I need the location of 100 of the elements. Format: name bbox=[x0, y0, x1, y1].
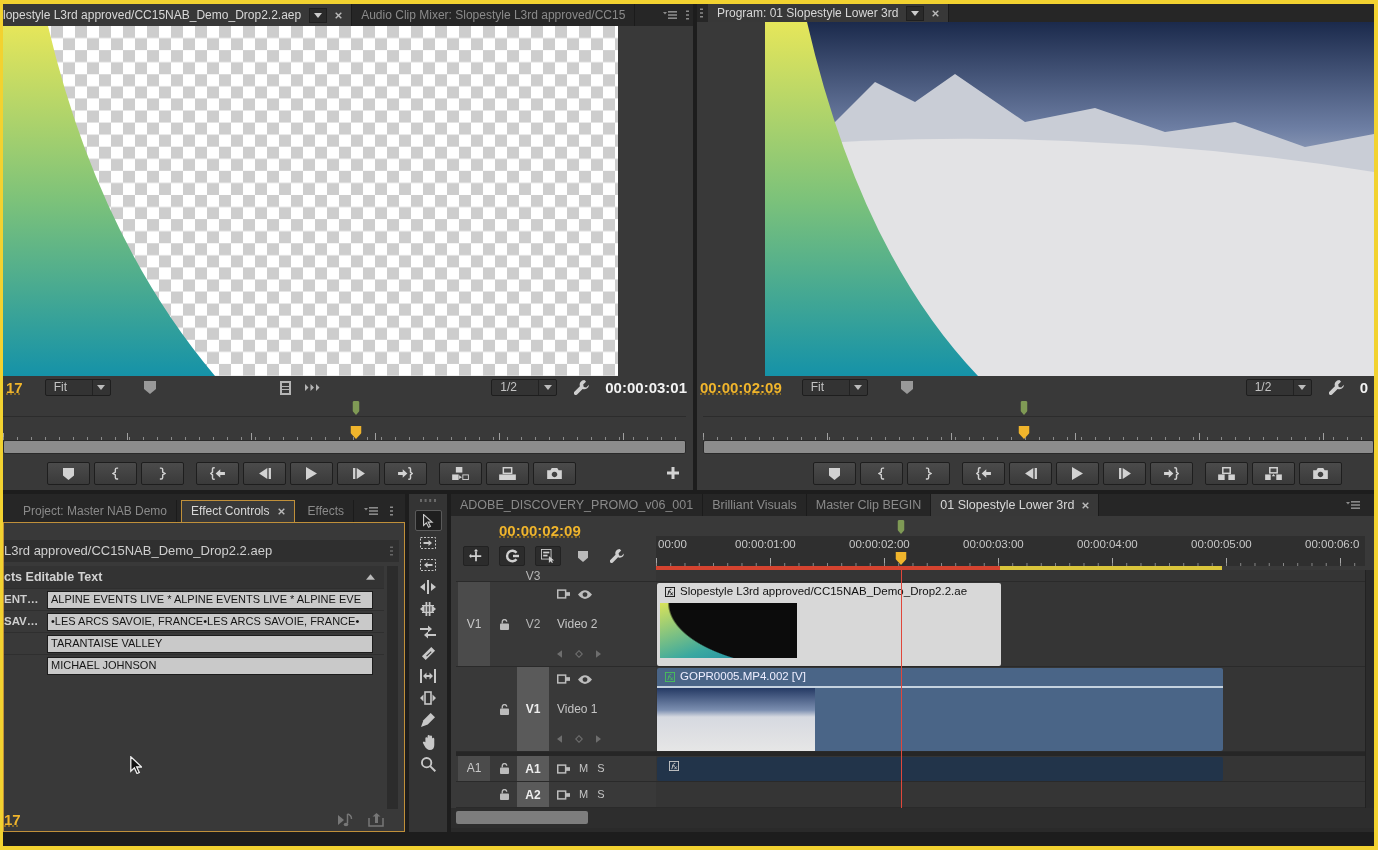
section-title: cts Editable Text bbox=[4, 569, 103, 585]
text-field[interactable]: MICHAEL JOHNSON bbox=[47, 656, 373, 675]
add-marker-button[interactable] bbox=[47, 462, 90, 485]
snap-button[interactable] bbox=[499, 546, 525, 566]
mark-in-button[interactable] bbox=[94, 462, 137, 485]
grip-icon bbox=[390, 506, 393, 516]
export-icon[interactable] bbox=[368, 813, 384, 827]
marker-icon[interactable] bbox=[143, 381, 156, 394]
panel-menu-icon[interactable] bbox=[663, 11, 677, 19]
chevrons-icon[interactable] bbox=[304, 384, 320, 391]
zoom-dropdown[interactable]: Fit bbox=[44, 379, 111, 396]
play-button[interactable] bbox=[1056, 462, 1099, 485]
panel-tab[interactable]: 01 Slopestyle Lower 3rd bbox=[931, 494, 1100, 516]
box-tab-icon[interactable] bbox=[557, 674, 570, 684]
scrollbar[interactable] bbox=[3, 440, 686, 454]
source-patch[interactable]: V1 bbox=[458, 582, 490, 666]
time-ruler[interactable]: 00:00 00:00:01:00 00:00:02:00 00:00:03:00 00:00:04:00 00:00:05:00 00:00:06:0 bbox=[656, 536, 1365, 566]
cursor-icon bbox=[130, 756, 142, 774]
resolution-dropdown[interactable]: 1/2 bbox=[491, 379, 558, 396]
wrench-icon[interactable] bbox=[610, 549, 624, 563]
resolution-dropdown[interactable]: 1/2 bbox=[1245, 379, 1312, 396]
track-target[interactable]: V1 bbox=[517, 667, 549, 751]
solo-button[interactable]: S bbox=[597, 761, 605, 776]
tab-menu-button[interactable] bbox=[309, 7, 328, 23]
caret-up-icon[interactable] bbox=[366, 574, 375, 580]
play-button[interactable] bbox=[290, 462, 333, 485]
export-frame-button[interactable] bbox=[1299, 462, 1342, 485]
mute-button[interactable]: M bbox=[579, 787, 589, 802]
export-frame-button[interactable] bbox=[533, 462, 576, 485]
go-to-out-button[interactable] bbox=[384, 462, 427, 485]
lock-icon[interactable] bbox=[500, 703, 509, 715]
step-forward-button[interactable] bbox=[337, 462, 380, 485]
text-field[interactable]: TARANTAISE VALLEY bbox=[47, 634, 373, 653]
current-timecode[interactable]: 00:00:02:09 bbox=[700, 378, 782, 397]
scrollbar[interactable] bbox=[1365, 570, 1374, 808]
insert-button[interactable] bbox=[439, 462, 482, 485]
clip[interactable]: GOPR0005.MP4.002 [V] bbox=[657, 668, 1223, 751]
lock-icon[interactable] bbox=[500, 763, 509, 774]
playhead-handle[interactable] bbox=[1018, 426, 1030, 439]
box-tab-icon[interactable] bbox=[557, 789, 570, 800]
insert-nest-button[interactable] bbox=[463, 546, 489, 566]
marker-icon[interactable] bbox=[578, 550, 588, 562]
track-target[interactable]: A2 bbox=[517, 782, 549, 807]
track-target[interactable]: V2 bbox=[517, 582, 549, 666]
scrollbar[interactable] bbox=[456, 811, 588, 824]
close-icon[interactable] bbox=[335, 11, 343, 19]
lock-icon[interactable] bbox=[500, 789, 509, 800]
go-to-in-button[interactable] bbox=[962, 462, 1005, 485]
add-button[interactable] bbox=[667, 467, 679, 479]
mute-button[interactable]: M bbox=[579, 761, 589, 776]
mark-in-button[interactable] bbox=[860, 462, 903, 485]
eye-icon[interactable] bbox=[578, 674, 592, 684]
box-tab-icon[interactable] bbox=[557, 589, 570, 599]
scrollbar[interactable] bbox=[703, 440, 1374, 454]
text-field[interactable]: •LES ARCS SAVOIE, FRANCE•LES ARCS SAVOIE, FRANCE• bbox=[47, 612, 373, 631]
panel-menu-icon[interactable] bbox=[1346, 501, 1360, 509]
step-forward-button[interactable] bbox=[1103, 462, 1146, 485]
playhead-handle[interactable] bbox=[350, 426, 362, 439]
step-back-button[interactable] bbox=[243, 462, 286, 485]
extract-button[interactable] bbox=[1252, 462, 1295, 485]
current-timecode[interactable]: 17 bbox=[6, 378, 23, 397]
left-brace-icon bbox=[112, 467, 119, 480]
step-back-icon bbox=[1024, 468, 1037, 479]
playhead-handle[interactable] bbox=[895, 552, 907, 565]
film-strip-icon[interactable] bbox=[279, 380, 291, 395]
panel-tab[interactable]: Effect Controls bbox=[181, 500, 295, 522]
mark-out-button[interactable] bbox=[141, 462, 184, 485]
panel-tab[interactable]: Program: 01 Slopestyle Lower 3rd bbox=[708, 4, 950, 22]
current-timecode[interactable]: 00:00:02:09 bbox=[499, 522, 581, 539]
wrench-icon[interactable] bbox=[1328, 380, 1344, 395]
close-icon[interactable] bbox=[1082, 501, 1090, 509]
zoom-dropdown[interactable]: Fit bbox=[801, 379, 868, 396]
clip[interactable] bbox=[657, 757, 1223, 781]
close-icon[interactable] bbox=[932, 9, 940, 17]
wrench-icon[interactable] bbox=[574, 380, 590, 395]
tab-menu-button[interactable] bbox=[906, 5, 925, 21]
overwrite-button[interactable] bbox=[486, 462, 529, 485]
step-back-button[interactable] bbox=[1009, 462, 1052, 485]
marker-icon bbox=[352, 401, 360, 415]
lock-icon[interactable] bbox=[500, 618, 509, 630]
lift-button[interactable] bbox=[1205, 462, 1248, 485]
track-target[interactable]: A1 bbox=[517, 756, 549, 781]
linked-selection-button[interactable] bbox=[535, 546, 561, 566]
eye-icon[interactable] bbox=[578, 589, 592, 599]
caret-icon bbox=[543, 385, 552, 390]
solo-button[interactable]: S bbox=[597, 787, 605, 802]
text-field[interactable]: ALPINE EVENTS LIVE * ALPINE EVENTS LIVE * ALPINE EVE bbox=[47, 590, 373, 609]
current-timecode[interactable]: 17 bbox=[4, 811, 21, 829]
box-tab-icon[interactable] bbox=[557, 763, 570, 774]
marker-icon[interactable] bbox=[900, 381, 913, 394]
panel-tab[interactable]: lopestyle L3rd approved/CC15NAB_Demo_Drop2.2.aep bbox=[3, 4, 353, 26]
close-icon[interactable] bbox=[277, 508, 285, 515]
mark-out-button[interactable] bbox=[907, 462, 950, 485]
go-to-in-button[interactable] bbox=[196, 462, 239, 485]
add-marker-button[interactable] bbox=[813, 462, 856, 485]
source-patch[interactable]: A1 bbox=[458, 756, 490, 781]
panel-menu-icon[interactable] bbox=[364, 507, 378, 515]
track-target[interactable]: V3 bbox=[517, 570, 549, 581]
go-to-out-button[interactable] bbox=[1150, 462, 1193, 485]
selection-tool-button[interactable] bbox=[414, 510, 442, 532]
